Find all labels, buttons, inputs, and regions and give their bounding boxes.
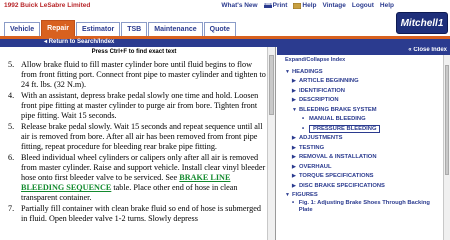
bullet-icon: • <box>302 125 305 132</box>
collapsed-triangle-icon: ▶ <box>292 97 296 104</box>
collapsed-triangle-icon: ▶ <box>292 173 296 180</box>
index-item[interactable]: ▶ ARTICLE BEGINNING <box>281 77 439 87</box>
index-item[interactable]: ▼ HEADINGS <box>281 67 439 77</box>
index-item[interactable]: ▼ BLEEDING BRAKE SYSTEM <box>281 105 439 115</box>
index-item-label: PRESSURE BLEEDING <box>309 124 381 133</box>
collapsed-triangle-icon: ▶ <box>292 135 296 142</box>
printer-icon <box>263 2 272 8</box>
step-item: 4. With an assistant, depress brake peda… <box>8 91 268 121</box>
index-item[interactable]: ▶ TORQUE SPECIFICATIONS <box>281 172 439 182</box>
index-item-label: IDENTIFICATION <box>299 87 345 94</box>
document-pane: Press Ctrl+F to find exact text 5. Allow… <box>0 47 276 240</box>
vintage-link[interactable]: Vintage <box>323 2 346 9</box>
return-to-search-link[interactable]: ◂ Return to Search/Index <box>44 38 114 45</box>
index-item-label: REMOVAL & INSTALLATION <box>299 154 377 161</box>
document-body: 5. Allow brake fluid to fill master cyli… <box>8 60 268 225</box>
index-item-label: HEADINGS <box>292 68 323 75</box>
index-pane: « Close Index Expand/Collapse Index ▼ HEA… <box>277 47 450 240</box>
collapsed-triangle-icon: ▶ <box>292 87 296 94</box>
print-link[interactable]: Print <box>263 2 288 9</box>
index-item-label: OVERHAUL <box>299 163 332 170</box>
tab-repair[interactable]: Repair <box>41 20 75 36</box>
collapsed-triangle-icon: ▶ <box>292 182 296 189</box>
top-bar: 1992 Buick LeSabre Limited What's New Pr… <box>0 0 450 14</box>
index-item[interactable]: ▶ ADJUSTMENTS <box>281 134 439 144</box>
step-text: Partially fill container with clean brak… <box>21 204 261 223</box>
expanded-triangle-icon: ▼ <box>292 106 297 113</box>
index-scrollbar[interactable] <box>443 55 450 240</box>
collapsed-triangle-icon: ▶ <box>292 144 296 151</box>
tab-tsb[interactable]: TSB <box>121 22 148 36</box>
tab-maintenance[interactable]: Maintenance <box>148 22 203 36</box>
step-text: Allow brake fluid to fill master cylinde… <box>21 60 266 89</box>
step-number: 6. <box>8 153 15 162</box>
print-label: Print <box>272 2 288 9</box>
return-link-label: Return to Search/Index <box>48 39 115 45</box>
return-strip: ◂ Return to Search/Index <box>0 39 450 47</box>
tab-quote[interactable]: Quote <box>203 22 236 36</box>
expand-collapse-index-link[interactable]: Expand/Collapse Index <box>285 57 345 63</box>
index-item[interactable]: ▶ REMOVAL & INSTALLATION <box>281 153 439 163</box>
step-item: 5. Allow brake fluid to fill master cyli… <box>8 60 268 90</box>
close-index-button[interactable]: « Close Index <box>408 47 447 53</box>
main-tabs: Vehicle Repair Estimator TSB Maintenance… <box>4 20 236 36</box>
index-item[interactable]: ▶ DISC BRAKE SPECIFICATIONS <box>281 181 439 191</box>
document-scrollbar[interactable] <box>267 47 275 240</box>
index-item[interactable]: ▶ DESCRIPTION <box>281 96 439 106</box>
expanded-triangle-icon: ▼ <box>285 68 290 75</box>
index-item[interactable]: • MANUAL BLEEDING <box>281 115 439 125</box>
index-item-label: DISC BRAKE SPECIFICATIONS <box>299 182 385 189</box>
mitchell1-logo: Mitchell1 <box>396 12 448 34</box>
index-item-label: ADJUSTMENTS <box>299 135 343 142</box>
step-number: 7. <box>8 204 15 213</box>
collapsed-triangle-icon: ▶ <box>292 78 296 85</box>
close-index-label: Close Index <box>413 47 447 53</box>
index-scroll-thumb[interactable] <box>445 65 449 175</box>
index-item[interactable]: ▶ IDENTIFICATION <box>281 86 439 96</box>
top-nav: What's New Print Help Vintage Logout Hel… <box>221 2 394 9</box>
index-item[interactable]: ▶ OVERHAUL <box>281 162 439 172</box>
index-item-label: TESTING <box>299 144 325 151</box>
logout-link[interactable]: Logout <box>352 2 374 9</box>
index-item[interactable]: ▶ TESTING <box>281 143 439 153</box>
index-item-label: TORQUE SPECIFICATIONS <box>299 173 374 180</box>
step-text: With an assistant, depress brake pedal s… <box>21 91 259 120</box>
index-item-label: Fig. 1: Adjusting Brake Shoes Through Ba… <box>298 200 430 213</box>
index-item-label: FIGURES <box>292 192 318 199</box>
collapsed-triangle-icon: ▶ <box>292 154 296 161</box>
step-number: 5. <box>8 122 15 131</box>
bullet-icon: • <box>302 116 305 123</box>
step-item: 6. Bleed individual wheel cylinders or c… <box>8 153 268 203</box>
help2-link[interactable]: Help <box>380 2 394 9</box>
step-number: 4. <box>8 91 15 100</box>
step-item: 7. Partially fill container with clean b… <box>8 204 268 224</box>
index-item[interactable]: • PRESSURE BLEEDING <box>281 124 439 134</box>
index-item[interactable]: • Fig. 1: Adjusting Brake Shoes Through B… <box>281 200 439 216</box>
whats-new-link[interactable]: What's New <box>221 2 257 9</box>
tab-estimator[interactable]: Estimator <box>75 22 121 36</box>
index-header: « Close Index <box>277 47 450 55</box>
index-item-label: MANUAL BLEEDING <box>309 116 366 123</box>
index-item-label: ARTICLE BEGINNING <box>299 78 359 85</box>
document-scroll-thumb[interactable] <box>269 55 274 115</box>
collapsed-triangle-icon: ▶ <box>292 163 296 170</box>
step-item: 5. Release brake pedal slowly. Wait 15 s… <box>8 122 268 152</box>
step-text: Release brake pedal slowly. Wait 15 seco… <box>21 122 263 151</box>
step-text: Bleed individual wheel cylinders or cali… <box>21 153 268 203</box>
index-item-label: DESCRIPTION <box>299 97 339 104</box>
help-label: Help <box>302 2 317 9</box>
bullet-icon: • <box>292 200 295 206</box>
step-number: 5. <box>8 60 15 69</box>
tab-vehicle[interactable]: Vehicle <box>4 22 41 36</box>
index-item-label: BLEEDING BRAKE SYSTEM <box>299 106 377 113</box>
vehicle-title: 1992 Buick LeSabre Limited <box>4 2 91 9</box>
find-hint: Press Ctrl+F to find exact text <box>91 49 177 55</box>
help-book-icon <box>293 2 302 9</box>
index-item[interactable]: ▼ FIGURES <box>281 191 439 201</box>
help-link[interactable]: Help <box>293 2 317 9</box>
expanded-triangle-icon: ▼ <box>285 192 290 199</box>
index-tree: ▼ HEADINGS ▶ ARTICLE BEGINNING ▶ IDENTIFICATI… <box>281 67 439 216</box>
